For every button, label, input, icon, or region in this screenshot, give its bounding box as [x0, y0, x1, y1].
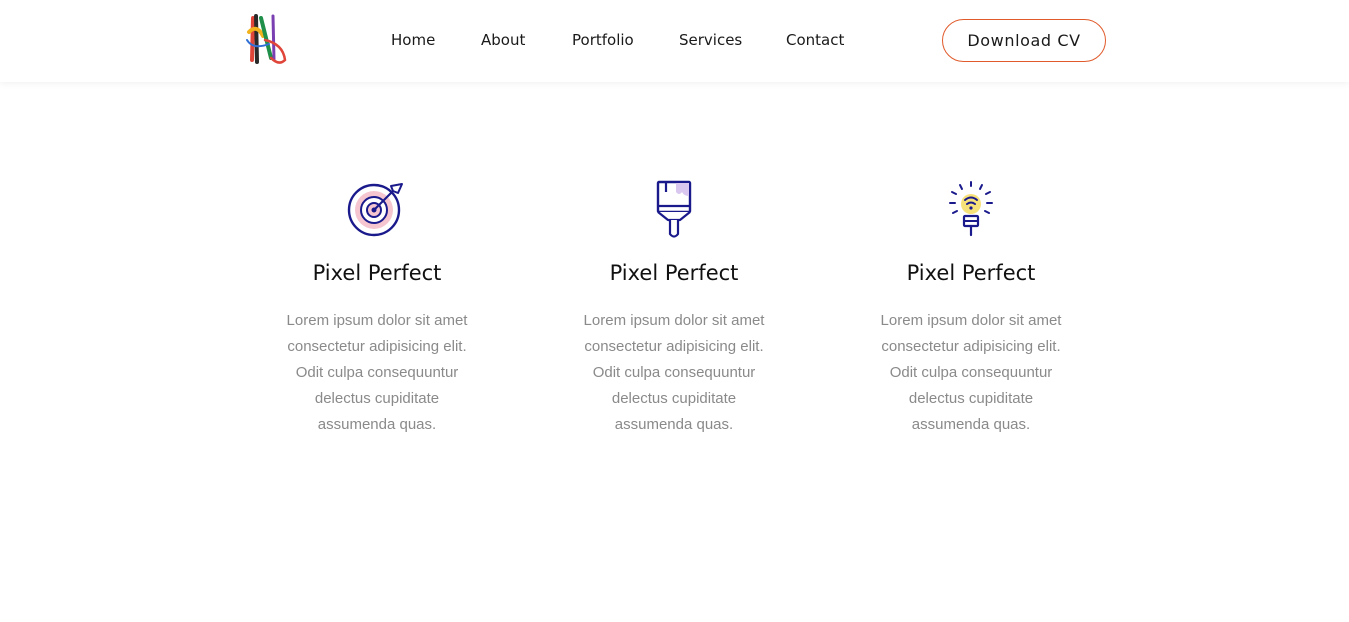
- nav-home[interactable]: Home: [391, 31, 435, 50]
- nav-portfolio[interactable]: Portfolio: [572, 31, 634, 50]
- nav-about[interactable]: About: [481, 31, 525, 50]
- target-icon: [347, 183, 403, 237]
- main-nav: Home About Portfolio Services Contact: [0, 0, 1349, 82]
- feature-title: Pixel Perfect: [906, 261, 1036, 285]
- feature-description: Lorem ipsum dolor sit amet consectetur a…: [880, 312, 1062, 433]
- nav-contact[interactable]: Contact: [786, 31, 844, 50]
- features-section: Pixel Perfect Lorem ipsum dolor sit amet…: [0, 0, 1349, 622]
- navbar: Home About Portfolio Services Contact Do…: [0, 0, 1349, 82]
- feature-card: Pixel Perfect Lorem ipsum dolor sit amet…: [544, 180, 804, 438]
- feature-title: Pixel Perfect: [609, 261, 739, 285]
- feature-title: Pixel Perfect: [312, 261, 442, 285]
- feature-card: Pixel Perfect Lorem ipsum dolor sit amet…: [247, 180, 507, 438]
- paint-brush-icon: [656, 180, 692, 238]
- feature-description: Lorem ipsum dolor sit amet consectetur a…: [583, 312, 765, 433]
- light-bulb-icon: [949, 181, 993, 237]
- download-cv-button[interactable]: Download CV: [942, 19, 1106, 62]
- feature-card: Pixel Perfect Lorem ipsum dolor sit amet…: [841, 180, 1101, 438]
- feature-description: Lorem ipsum dolor sit amet consectetur a…: [286, 312, 468, 433]
- nav-services[interactable]: Services: [679, 31, 742, 50]
